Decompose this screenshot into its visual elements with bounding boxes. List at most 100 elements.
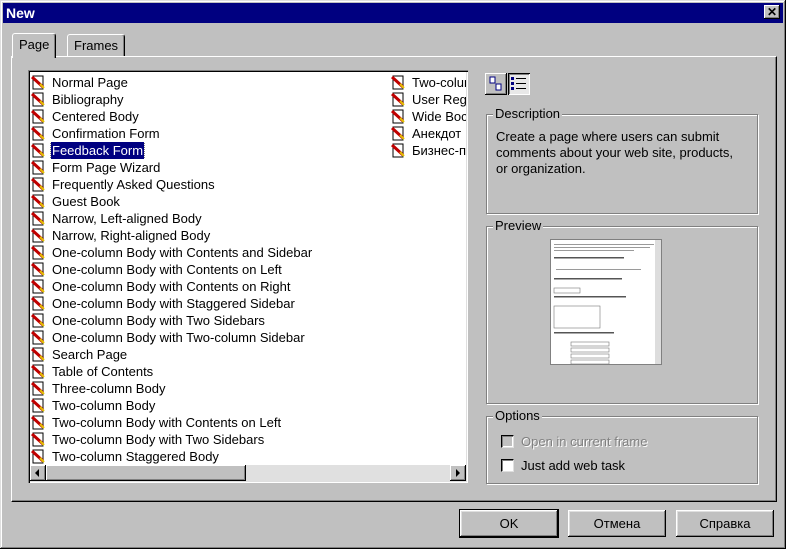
close-button[interactable]: ✕ [764, 5, 780, 19]
template-item-label: Table of Contents [52, 364, 154, 379]
template-item[interactable]: Wide Boc [391, 108, 466, 125]
page-template-icon [31, 279, 46, 294]
template-item-label: Two-colum [412, 75, 466, 90]
template-item-label: Search Page [52, 347, 128, 362]
page-template-icon [31, 109, 46, 124]
template-item-label: Confirmation Form [52, 126, 160, 141]
page-template-icon [31, 126, 46, 141]
template-item[interactable]: Form Page Wizard [31, 159, 371, 176]
template-item[interactable]: User Reg [391, 91, 466, 108]
template-item-label: Guest Book [52, 194, 120, 209]
template-item[interactable]: Guest Book [31, 193, 371, 210]
template-item[interactable]: Two-column Body [31, 397, 371, 414]
template-item[interactable]: Two-column Staggered Body [31, 448, 371, 465]
template-item[interactable]: Narrow, Right-aligned Body [31, 227, 371, 244]
page-template-icon [31, 364, 46, 379]
template-item[interactable]: One-column Body with Contents and Sideba… [31, 244, 371, 261]
tab-frames[interactable]: Frames [67, 34, 126, 57]
template-item-label: Two-column Staggered Body [52, 449, 219, 464]
template-item[interactable]: One-column Body with Staggered Sidebar [31, 295, 371, 312]
preview-label: Preview [493, 218, 544, 233]
preview-group: Preview [486, 218, 758, 404]
description-label: Description [493, 106, 563, 121]
cancel-button[interactable]: Отмена [568, 510, 666, 537]
template-item[interactable]: Бизнес-п [391, 142, 466, 159]
template-item[interactable]: Table of Contents [31, 363, 371, 380]
arrow-left-icon [35, 469, 39, 477]
template-item[interactable]: Centered Body [31, 108, 371, 125]
template-item[interactable]: Feedback Form [31, 142, 371, 159]
template-item[interactable]: Bibliography [31, 91, 371, 108]
template-item-label: Normal Page [52, 75, 128, 90]
page-template-icon [31, 330, 46, 345]
template-item[interactable]: Normal Page [31, 74, 371, 91]
page-template-icon [31, 347, 46, 362]
template-item[interactable]: One-column Body with Contents on Left [31, 261, 371, 278]
template-item-label: Wide Boc [412, 109, 466, 124]
tab-page[interactable]: Page [12, 33, 57, 58]
page-template-icon [31, 296, 46, 311]
scroll-right-button[interactable] [450, 465, 466, 481]
scroll-left-button[interactable] [30, 465, 46, 481]
template-item-label: Two-column Body with Two Sidebars [52, 432, 265, 447]
template-item[interactable]: Frequently Asked Questions [31, 176, 371, 193]
help-button[interactable]: Справка [676, 510, 774, 537]
template-item-label: Анекдот [412, 126, 462, 141]
template-item[interactable]: Анекдот [391, 125, 466, 142]
template-item[interactable]: Two-column Body with Contents on Left [31, 414, 371, 431]
page-template-icon [31, 211, 46, 226]
template-item-label: Two-column Body with Contents on Left [52, 415, 282, 430]
page-template-icon [391, 75, 406, 90]
scroll-thumb[interactable] [46, 465, 246, 481]
template-item-label: Form Page Wizard [52, 160, 161, 175]
new-dialog: New ✕ Page Frames Normal Page Bibliograph… [0, 0, 786, 549]
template-item[interactable]: Two-column Body with Two Sidebars [31, 431, 371, 448]
page-template-icon [391, 92, 406, 107]
page-template-icon [31, 245, 46, 260]
large-icons-icon [489, 76, 502, 91]
template-item-label: Бизнес-п [412, 143, 466, 158]
page-template-icon [31, 398, 46, 413]
template-item[interactable]: One-column Body with Contents on Right [31, 278, 371, 295]
options-label: Options [493, 408, 542, 423]
template-item-label: Three-column Body [52, 381, 166, 396]
template-item-label: One-column Body with Contents on Left [52, 262, 282, 277]
template-list[interactable]: Normal Page Bibliography Centered Body Conf… [28, 70, 468, 483]
list-view-button[interactable] [508, 73, 530, 95]
page-template-icon [31, 92, 46, 107]
page-template-icon [31, 381, 46, 396]
just-add-task-checkbox[interactable] [501, 459, 514, 472]
template-item-label: Narrow, Left-aligned Body [52, 211, 202, 226]
template-item-label: One-column Body with Staggered Sidebar [52, 296, 295, 311]
template-item-label: Centered Body [52, 109, 139, 124]
template-item[interactable]: Search Page [31, 346, 371, 363]
template-item-label: User Reg [412, 92, 466, 107]
template-item[interactable]: Narrow, Left-aligned Body [31, 210, 371, 227]
options-group: Options Open in current frame Just add w… [486, 408, 758, 484]
template-item-label: Feedback Form [49, 142, 146, 159]
template-item-label: Bibliography [52, 92, 124, 107]
template-item[interactable]: One-column Body with Two-column Sidebar [31, 329, 371, 346]
template-item-label: Two-column Body [52, 398, 156, 413]
open-in-frame-checkbox[interactable] [501, 435, 514, 448]
horizontal-scrollbar[interactable] [30, 465, 466, 481]
template-item-label: Frequently Asked Questions [52, 177, 215, 192]
template-item[interactable]: Two-colum [391, 74, 466, 91]
template-item-label: One-column Body with Two-column Sidebar [52, 330, 305, 345]
ok-button[interactable]: OK [459, 509, 559, 538]
template-item[interactable]: Confirmation Form [31, 125, 371, 142]
description-text: Create a page where users can submit com… [496, 129, 734, 176]
page-template-icon [391, 126, 406, 141]
list-view-icon [511, 77, 526, 90]
template-item[interactable]: One-column Body with Two Sidebars [31, 312, 371, 329]
template-item-label: One-column Body with Two Sidebars [52, 313, 265, 328]
window-title: New [6, 5, 35, 21]
template-item[interactable]: Three-column Body [31, 380, 371, 397]
title-bar: New ✕ [3, 3, 783, 23]
page-template-icon [31, 75, 46, 90]
page-template-icon [31, 194, 46, 209]
open-in-frame-label: Open in current frame [521, 434, 648, 449]
arrow-right-icon [456, 469, 460, 477]
large-icons-view-button[interactable] [485, 73, 507, 95]
page-template-icon [31, 143, 46, 158]
